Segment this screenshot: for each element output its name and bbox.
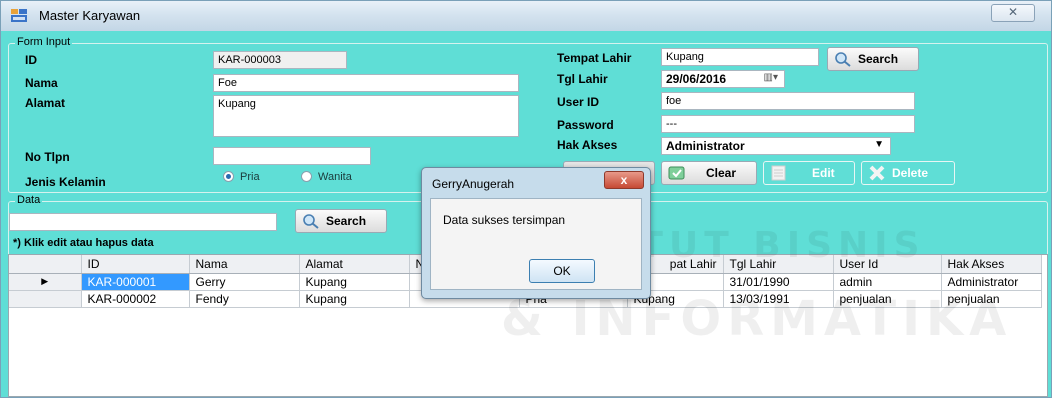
tgl-lahir-value: 29/06/2016 [666,72,727,86]
delete-button[interactable]: Delete [861,161,955,185]
edit-button[interactable]: Edit [763,161,855,185]
nama-field[interactable]: Foe [213,74,519,92]
table-cell[interactable]: Kupang [299,273,410,291]
data-group-label: Data [15,194,43,206]
row-pointer-icon: ▶ [9,273,82,291]
table-cell[interactable]: Administrator [941,273,1042,291]
tgl-lahir-picker[interactable]: 29/06/2016 ▥▾ [661,70,785,88]
delete-icon [869,165,885,181]
password-field[interactable]: --- [661,115,915,133]
edit-icon [771,165,786,181]
calendar-dropdown-icon[interactable]: ▥▾ [764,72,778,83]
magnifier-icon [835,52,851,67]
window-close-button[interactable]: ✕ [991,4,1035,22]
delete-label: Delete [892,166,929,180]
user-id-field[interactable]: foe [661,92,915,110]
radio-pria-dot [223,171,234,182]
table-hint: *) Klik edit atau hapus data [13,237,154,249]
dialog-close-button[interactable]: x [604,171,644,189]
clear-label: Clear [706,166,737,180]
data-search-button[interactable]: Search [295,209,387,233]
watermark-line-2: & INFORMATIKA [501,291,1013,347]
hak-akses-select[interactable]: Administrator ▼ [661,137,891,155]
clear-icon [668,166,685,180]
table-cell[interactable]: Fendy [189,290,300,308]
tempat-lahir-field[interactable]: Kupang [661,48,819,66]
form-input-group-label: Form Input [15,36,73,48]
radio-pria[interactable]: Pria [223,171,260,183]
table-cell[interactable]: Gerry [189,273,300,291]
radio-wanita-label: Wanita [318,171,352,183]
magnifier-icon [303,214,319,229]
row-header [9,290,82,308]
nama-label: Nama [25,76,58,90]
id-field[interactable]: KAR-000003 [213,51,347,69]
clear-button[interactable]: Clear [661,161,757,185]
table-cell[interactable]: KAR-000002 [81,290,190,308]
form-app-icon [11,9,27,22]
table-cell[interactable]: KAR-000001 [81,273,190,291]
chevron-down-icon: ▼ [874,139,884,150]
table-cell[interactable]: Kupang [299,290,410,308]
dialog-message: Data sukses tersimpan [443,213,566,227]
col-header-id[interactable]: ID [81,255,190,274]
tempat-search-button[interactable]: Search [827,47,919,71]
password-label: Password [557,118,614,132]
hak-akses-value: Administrator [666,139,745,153]
notlpn-label: No Tlpn [25,150,70,164]
row-header-corner [9,255,82,274]
alamat-label: Alamat [25,96,66,110]
radio-wanita[interactable]: Wanita [301,171,352,183]
message-dialog: GerryAnugerah x Data sukses tersimpan OK [421,167,651,299]
col-header-hak-akses[interactable]: Hak Akses [941,255,1042,274]
alamat-field[interactable]: Kupang [213,95,519,137]
dialog-body: Data sukses tersimpan OK [430,198,642,290]
user-id-label: User ID [557,95,600,109]
table-cell[interactable]: 31/01/1990 [723,273,834,291]
dialog-title: GerryAnugerah [432,177,515,191]
tempat-search-label: Search [858,52,899,66]
notlpn-field[interactable] [213,147,371,165]
data-search-input[interactable] [9,213,277,231]
hak-akses-label: Hak Akses [557,138,618,152]
jenis-kelamin-label: Jenis Kelamin [25,175,106,189]
radio-pria-label: Pria [240,171,260,183]
title-bar: Master Karyawan ✕ [1,1,1051,31]
col-header-alamat[interactable]: Alamat [299,255,410,274]
col-header-nama[interactable]: Nama [189,255,300,274]
table-cell[interactable]: admin [833,273,942,291]
tgl-lahir-label: Tgl Lahir [557,72,608,86]
tempat-lahir-label: Tempat Lahir [557,51,632,65]
radio-wanita-dot [301,171,312,182]
id-label: ID [25,53,37,67]
master-karyawan-window: Master Karyawan ✕ Form Input ID KAR-0000… [0,0,1052,398]
edit-label: Edit [812,166,835,180]
data-search-label: Search [326,214,367,228]
dialog-ok-button[interactable]: OK [529,259,595,283]
window-title: Master Karyawan [39,8,141,23]
